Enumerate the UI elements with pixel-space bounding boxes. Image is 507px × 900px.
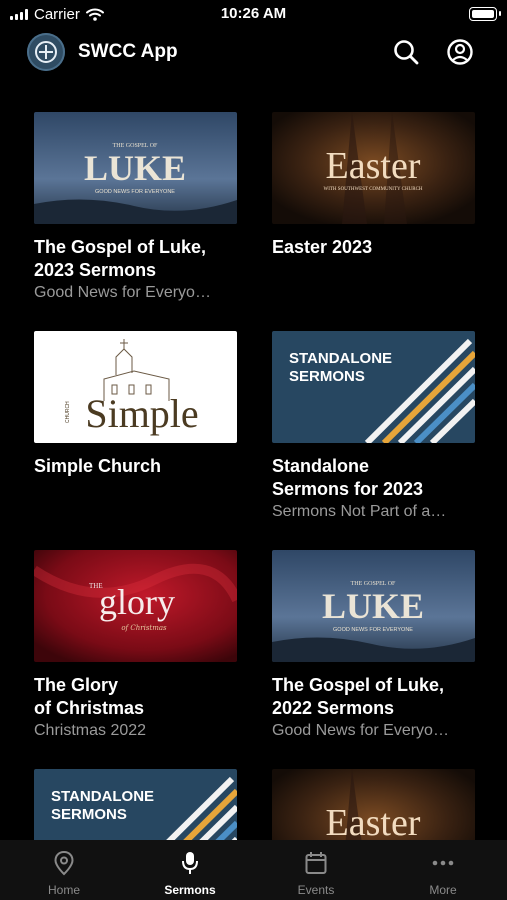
battery-icon <box>469 7 501 21</box>
series-thumbnail: STANDALONE SERMONS <box>34 769 237 840</box>
series-card-simple-church[interactable]: Simple CHURCH Simple Church <box>34 331 237 478</box>
thumb-line1-text: STANDALONE <box>289 350 392 367</box>
thumb-tagline-text: WITH SOUTHWEST COMMUNITY CHURCH <box>323 187 422 192</box>
tab-sermons[interactable]: Sermons <box>127 840 253 900</box>
thumb-title-text: Easter <box>326 802 421 840</box>
profile-button[interactable] <box>444 36 476 68</box>
series-thumbnail: THE GOSPEL OF LUKE GOOD NEWS FOR EVERYON… <box>272 550 475 662</box>
series-thumbnail: THE GOSPEL OF LUKE GOOD NEWS FOR EVERYON… <box>34 112 237 224</box>
series-subtitle: Good News for Everyo… <box>272 722 449 739</box>
tab-label: Events <box>297 883 335 897</box>
tab-home[interactable]: Home <box>1 840 127 900</box>
series-card-luke-2023[interactable]: THE GOSPEL OF LUKE GOOD NEWS FOR EVERYON… <box>34 112 237 304</box>
series-card-easter[interactable]: Easter <box>272 769 475 840</box>
app-bar: SWCC App <box>0 28 507 80</box>
tab-label: Home <box>47 883 80 897</box>
tab-events[interactable]: Events <box>253 840 379 900</box>
thumb-line2-text: SERMONS <box>51 806 127 823</box>
thumb-title-text: LUKE <box>84 148 186 188</box>
series-thumbnail: THE glory of Christmas <box>34 550 237 662</box>
series-title: Simple Church <box>34 456 162 476</box>
series-thumbnail: Easter <box>272 769 475 840</box>
series-subtitle: Christmas 2022 <box>34 722 147 739</box>
microphone-icon <box>182 852 198 874</box>
series-title: The Glory of Christmas <box>34 675 145 718</box>
thumb-title-text: Easter <box>326 145 421 187</box>
series-title: Easter 2023 <box>272 237 373 257</box>
status-bar: Carrier 10:26 AM <box>0 0 507 28</box>
series-thumbnail: Easter WITH SOUTHWEST COMMUNITY CHURCH <box>272 112 475 224</box>
account-circle-icon <box>447 39 473 65</box>
series-title: The Gospel of Luke, 2023 Sermons <box>34 237 207 280</box>
thumb-script-text: of Christmas <box>121 624 167 632</box>
series-card-standalone-2023[interactable]: STANDALONE SERMONS Standalone Sermons fo… <box>272 331 475 523</box>
location-pin-icon <box>54 850 74 876</box>
calendar-icon <box>305 852 327 874</box>
compass-cross-icon <box>35 41 57 63</box>
series-thumbnail: Simple CHURCH <box>34 331 237 443</box>
more-dots-icon <box>432 860 454 866</box>
thumb-title-text: LUKE <box>322 586 424 626</box>
bottom-tab-bar: Home Sermons Events More <box>0 840 507 900</box>
search-button[interactable] <box>390 36 422 68</box>
series-subtitle: Sermons Not Part of a… <box>272 503 447 520</box>
search-icon <box>394 40 419 65</box>
app-title: SWCC App <box>78 41 178 62</box>
series-subtitle: Good News for Everyo… <box>34 284 211 301</box>
thumb-title-text: Simple <box>85 391 198 436</box>
tab-more[interactable]: More <box>380 840 506 900</box>
thumb-line2-text: SERMONS <box>289 368 365 385</box>
app-logo[interactable] <box>27 33 65 71</box>
series-card-easter-2023[interactable]: Easter WITH SOUTHWEST COMMUNITY CHURCH E… <box>272 112 475 259</box>
series-card-glory-of-christmas[interactable]: THE glory of Christmas The Glory of Chri… <box>34 550 237 742</box>
sermon-series-grid: THE GOSPEL OF LUKE GOOD NEWS FOR EVERYON… <box>0 112 507 840</box>
thumb-tagline-text: GOOD NEWS FOR EVERYONE <box>95 189 175 195</box>
thumb-side-text: CHURCH <box>65 401 71 423</box>
series-card-standalone[interactable]: STANDALONE SERMONS <box>34 769 237 840</box>
tab-label: Sermons <box>164 883 216 897</box>
thumb-tagline-text: GOOD NEWS FOR EVERYONE <box>333 627 413 633</box>
series-card-luke-2022[interactable]: THE GOSPEL OF LUKE GOOD NEWS FOR EVERYON… <box>272 550 475 742</box>
tab-label: More <box>429 883 457 897</box>
series-thumbnail: STANDALONE SERMONS <box>272 331 475 443</box>
thumb-title-text: glory <box>99 582 175 622</box>
thumb-line1-text: STANDALONE <box>51 788 154 805</box>
series-title: Standalone Sermons for 2023 <box>272 456 424 499</box>
status-time: 10:26 AM <box>220 5 287 22</box>
series-title: The Gospel of Luke, 2022 Sermons <box>272 675 445 718</box>
